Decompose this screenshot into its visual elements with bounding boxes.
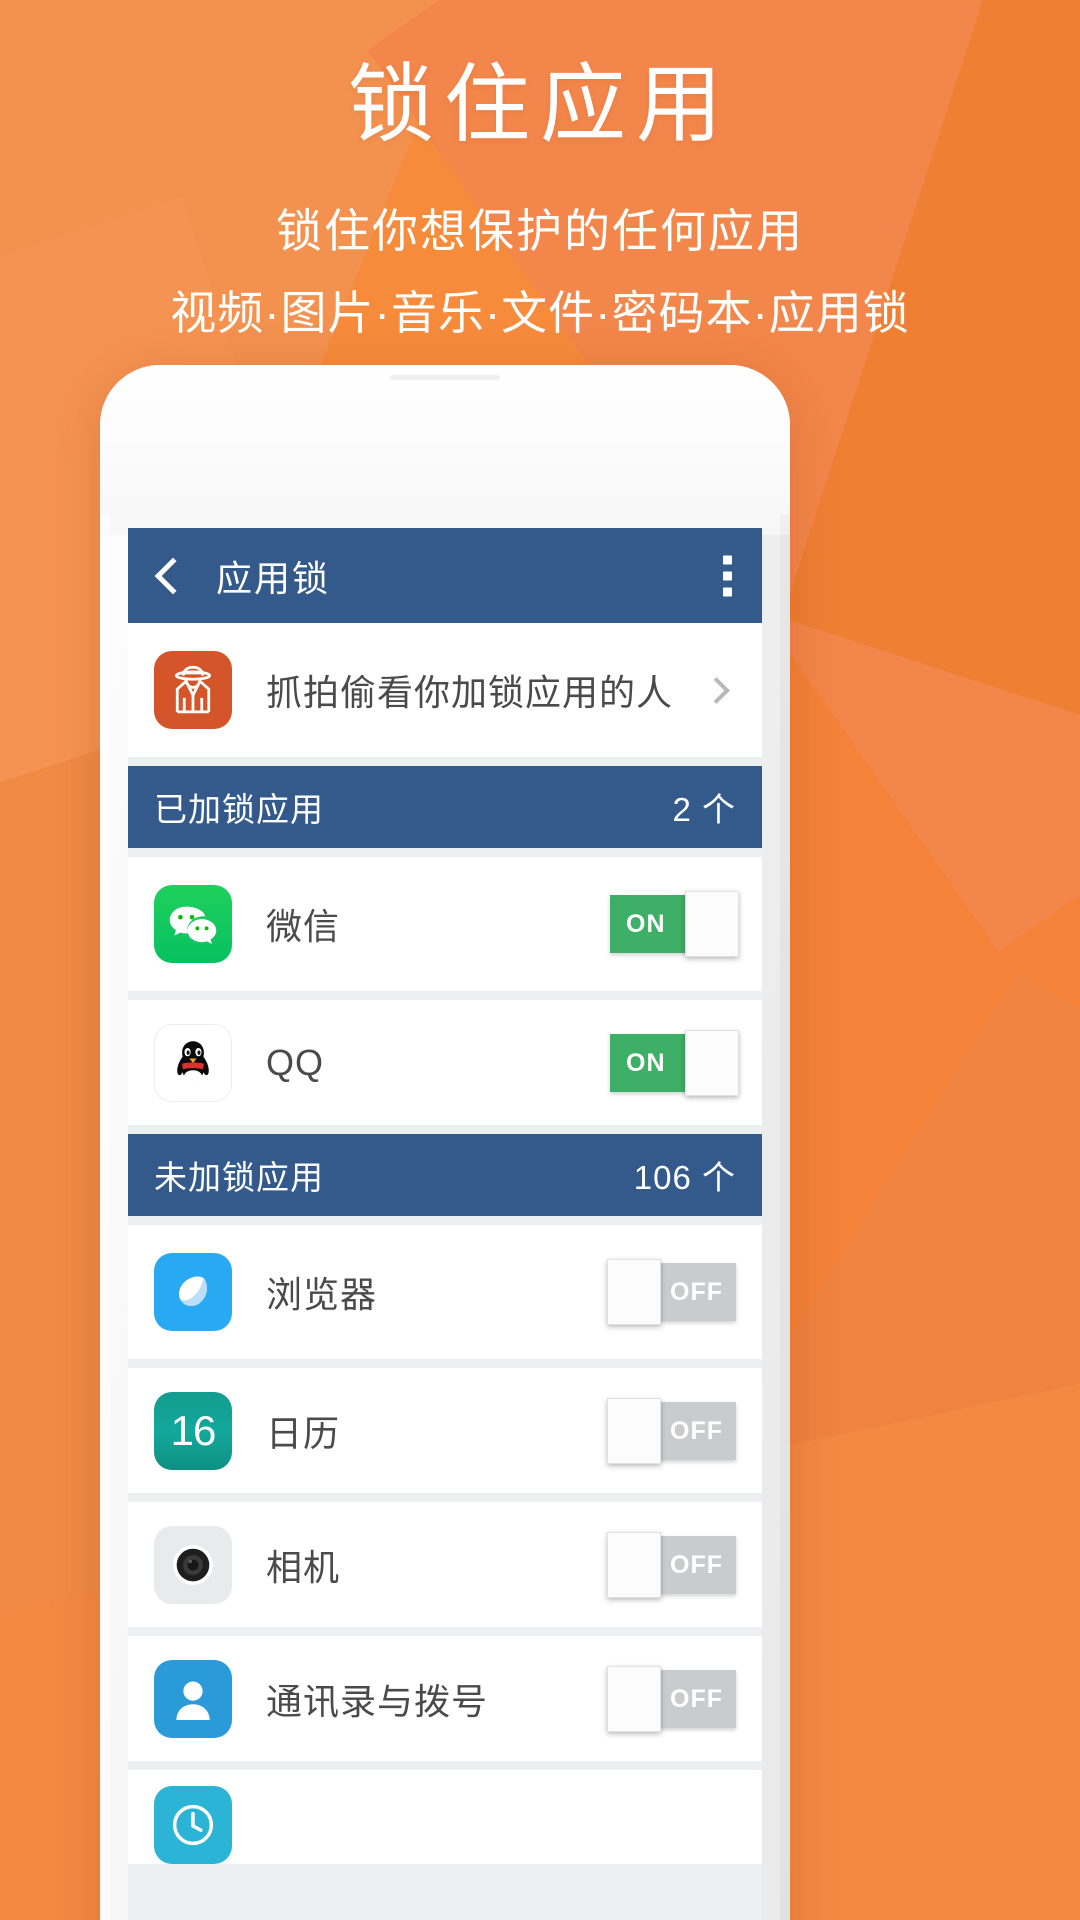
clock-icon [154, 1786, 232, 1864]
camera-icon [154, 1525, 232, 1604]
hero-subtitle-1: 锁住你想保护的任何应用 [276, 204, 804, 257]
list-item[interactable]: 浏览器 OFF [128, 1225, 762, 1359]
app-lock-toggle[interactable]: OFF [607, 1531, 736, 1598]
more-vertical-icon[interactable] [723, 555, 732, 596]
toggle-knob [607, 1531, 661, 1598]
app-lock-toggle[interactable]: OFF [607, 1397, 736, 1464]
calendar-day-number: 16 [170, 1406, 217, 1454]
section-header-unlocked: 未加锁应用 106 个 [128, 1134, 762, 1216]
list-item[interactable]: 相机 OFF [128, 1493, 762, 1627]
app-name: 相机 [266, 1546, 341, 1588]
calendar-icon: 16 [154, 1391, 232, 1470]
phone-screen: 应用锁 抓拍偷看你加锁应用的人 已加锁应用 2 个 微信 ON QQ ON 未加… [128, 528, 762, 1920]
promo-label: 抓拍偷看你加锁应用的人 [266, 672, 674, 713]
app-name: 日历 [266, 1412, 341, 1454]
page-title: 应用锁 [216, 557, 331, 599]
app-card-partial [128, 1770, 762, 1864]
promo-row[interactable]: 抓拍偷看你加锁应用的人 [128, 623, 762, 757]
app-name: QQ [266, 1041, 325, 1083]
toggle-knob [607, 1665, 661, 1732]
contacts-icon [154, 1659, 232, 1738]
app-name: 通讯录与拨号 [266, 1680, 489, 1722]
toggle-knob [685, 1029, 739, 1096]
app-lock-toggle[interactable]: ON [610, 1029, 739, 1096]
browser-icon [154, 1253, 232, 1331]
list-item[interactable]: 通讯录与拨号 OFF [128, 1627, 762, 1761]
app-bar: 应用锁 [128, 528, 762, 623]
app-name: 浏览器 [266, 1274, 378, 1315]
detective-icon [154, 651, 232, 729]
hero-title: 锁住应用 [348, 57, 732, 153]
section-title: 未加锁应用 [154, 1159, 324, 1196]
hero-copy: 锁住应用 锁住你想保护的任何应用 视频·图片·音乐·文件·密码本·应用锁 [0, 0, 1080, 343]
list-item[interactable] [128, 1770, 762, 1864]
toggle-state-label: ON [626, 1048, 666, 1077]
toggle-state-label: OFF [670, 1550, 723, 1579]
toggle-state-label: OFF [670, 1416, 723, 1445]
app-lock-toggle[interactable]: OFF [607, 1259, 736, 1325]
toggle-state-label: ON [626, 910, 666, 938]
phone-mockup: 应用锁 抓拍偷看你加锁应用的人 已加锁应用 2 个 微信 ON QQ ON 未加… [100, 365, 790, 1920]
hero-subtitle-2: 视频·图片·音乐·文件·密码本·应用锁 [170, 286, 910, 339]
toggle-knob [685, 891, 739, 957]
list-item[interactable]: 16 日历 OFF [128, 1359, 762, 1493]
phone-speaker [390, 375, 500, 380]
chevron-right-icon [703, 676, 730, 704]
toggle-knob [607, 1259, 661, 1325]
app-lock-toggle[interactable]: ON [610, 891, 739, 957]
chevron-left-icon[interactable] [154, 557, 192, 594]
app-card: 浏览器 OFF 16 日历 OFF 相机 OFF 通讯录与拨号 OFF [128, 1225, 762, 1761]
promo-card: 抓拍偷看你加锁应用的人 [128, 623, 762, 757]
section-title: 已加锁应用 [154, 791, 324, 828]
toggle-state-label: OFF [670, 1278, 723, 1306]
section-header-locked: 已加锁应用 2 个 [128, 766, 762, 848]
section-count: 106 个 [633, 1159, 736, 1196]
app-card: 微信 ON QQ ON [128, 857, 762, 1125]
list-item[interactable]: QQ ON [128, 991, 762, 1125]
toggle-state-label: OFF [670, 1684, 723, 1713]
qq-icon [154, 1023, 232, 1102]
app-lock-toggle[interactable]: OFF [607, 1665, 736, 1732]
list-item[interactable]: 微信 ON [128, 857, 762, 991]
section-count: 2 个 [672, 791, 736, 828]
wechat-icon [154, 885, 232, 963]
toggle-knob [607, 1397, 661, 1464]
app-name: 微信 [266, 906, 341, 947]
